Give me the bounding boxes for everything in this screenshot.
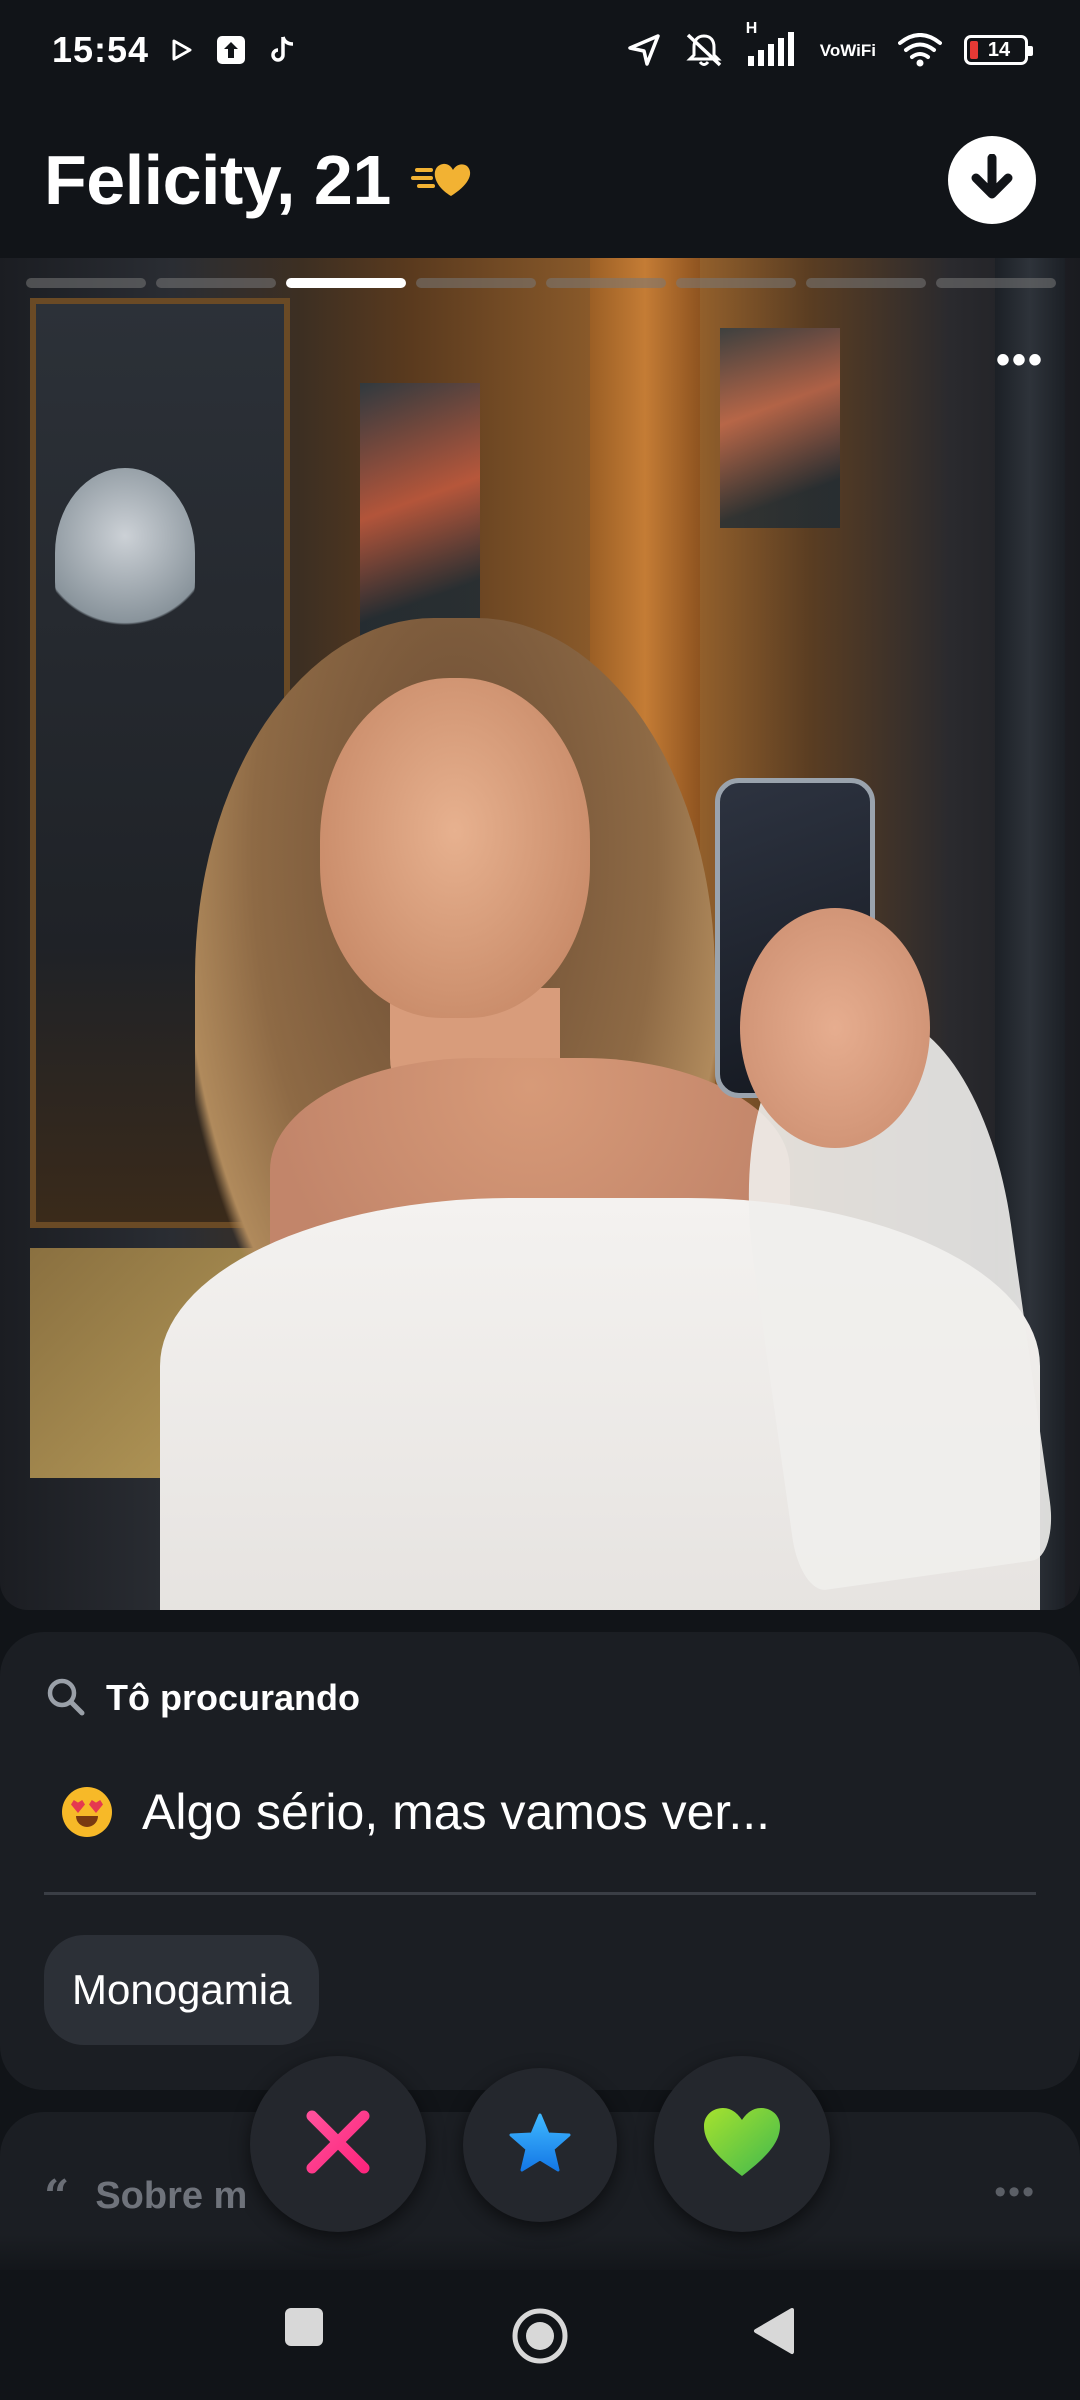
network-label: H: [745, 20, 758, 37]
volte-icon: Vo WiFi: [820, 42, 876, 59]
photo-progress-segment[interactable]: [676, 278, 796, 288]
photo-progress: [26, 278, 1056, 288]
photo-progress-segment[interactable]: [286, 278, 406, 288]
location-icon: [626, 32, 662, 68]
tiktok-icon: [269, 34, 297, 66]
status-bar: 15:54 H Vo WiFi 14: [0, 0, 1080, 100]
relationship-intent-value: Algo sério, mas vamos ver...: [142, 1784, 771, 1840]
profile-name-age: Felicity, 21: [44, 141, 391, 219]
search-icon: [44, 1675, 86, 1722]
photo-progress-segment[interactable]: [936, 278, 1056, 288]
swipe-actions: [0, 2056, 1080, 2236]
photo-progress-segment[interactable]: [26, 278, 146, 288]
profile-header: Felicity, 21: [0, 100, 1080, 260]
photo-progress-segment[interactable]: [546, 278, 666, 288]
collapse-profile-button[interactable]: [948, 136, 1036, 224]
play-icon: [171, 38, 193, 62]
close-icon: [304, 2108, 372, 2181]
back-button[interactable]: [752, 2306, 796, 2361]
heart-icon: [702, 2106, 782, 2183]
photo-progress-segment[interactable]: [156, 278, 276, 288]
profile-title: Felicity, 21: [44, 140, 475, 220]
status-time: 15:54: [52, 29, 150, 70]
divider: [44, 1892, 1036, 1895]
photo-progress-segment[interactable]: [416, 278, 536, 288]
system-nav-bar: [0, 2270, 1080, 2400]
status-right: H Vo WiFi 14: [626, 20, 1033, 69]
relationship-type-chip: Monogamia: [44, 1935, 320, 2045]
volte-bottom: WiFi: [840, 40, 876, 60]
flying-heart-icon: [410, 156, 475, 205]
recent-apps-icon: [283, 2306, 325, 2353]
wifi-icon: [898, 33, 942, 67]
home-icon: [510, 2306, 570, 2371]
status-left: 15:54: [52, 29, 297, 71]
mute-icon: [684, 31, 724, 69]
signal-icon: H: [746, 20, 798, 68]
heart-eyes-emoji: [62, 1787, 112, 1837]
content-fade: [0, 2235, 1080, 2275]
relationship-intent: Algo sério, mas vamos ver...: [44, 1772, 1036, 1852]
upload-icon: [215, 34, 247, 66]
photo-progress-segment[interactable]: [806, 278, 926, 288]
star-icon: [508, 2112, 572, 2179]
more-horizontal-icon[interactable]: •••: [996, 340, 1044, 380]
arrow-down-icon: [970, 153, 1014, 207]
back-icon: [752, 2306, 796, 2361]
looking-for-label: Tô procurando: [106, 1677, 360, 1718]
recent-apps-button[interactable]: [283, 2306, 325, 2353]
super-like-button[interactable]: [463, 2068, 617, 2222]
battery-level: 14: [987, 38, 1011, 61]
looking-for-card: Tô procurando Algo sério, mas vamos ver.…: [0, 1632, 1080, 2090]
profile-photo[interactable]: [0, 258, 1080, 1610]
home-button[interactable]: [510, 2306, 570, 2371]
looking-for-header: Tô procurando: [44, 1672, 1036, 1724]
like-button[interactable]: [654, 2056, 830, 2232]
battery-icon: 14: [964, 35, 1033, 65]
volte-top: Vo: [819, 40, 841, 60]
nope-button[interactable]: [250, 2056, 426, 2232]
